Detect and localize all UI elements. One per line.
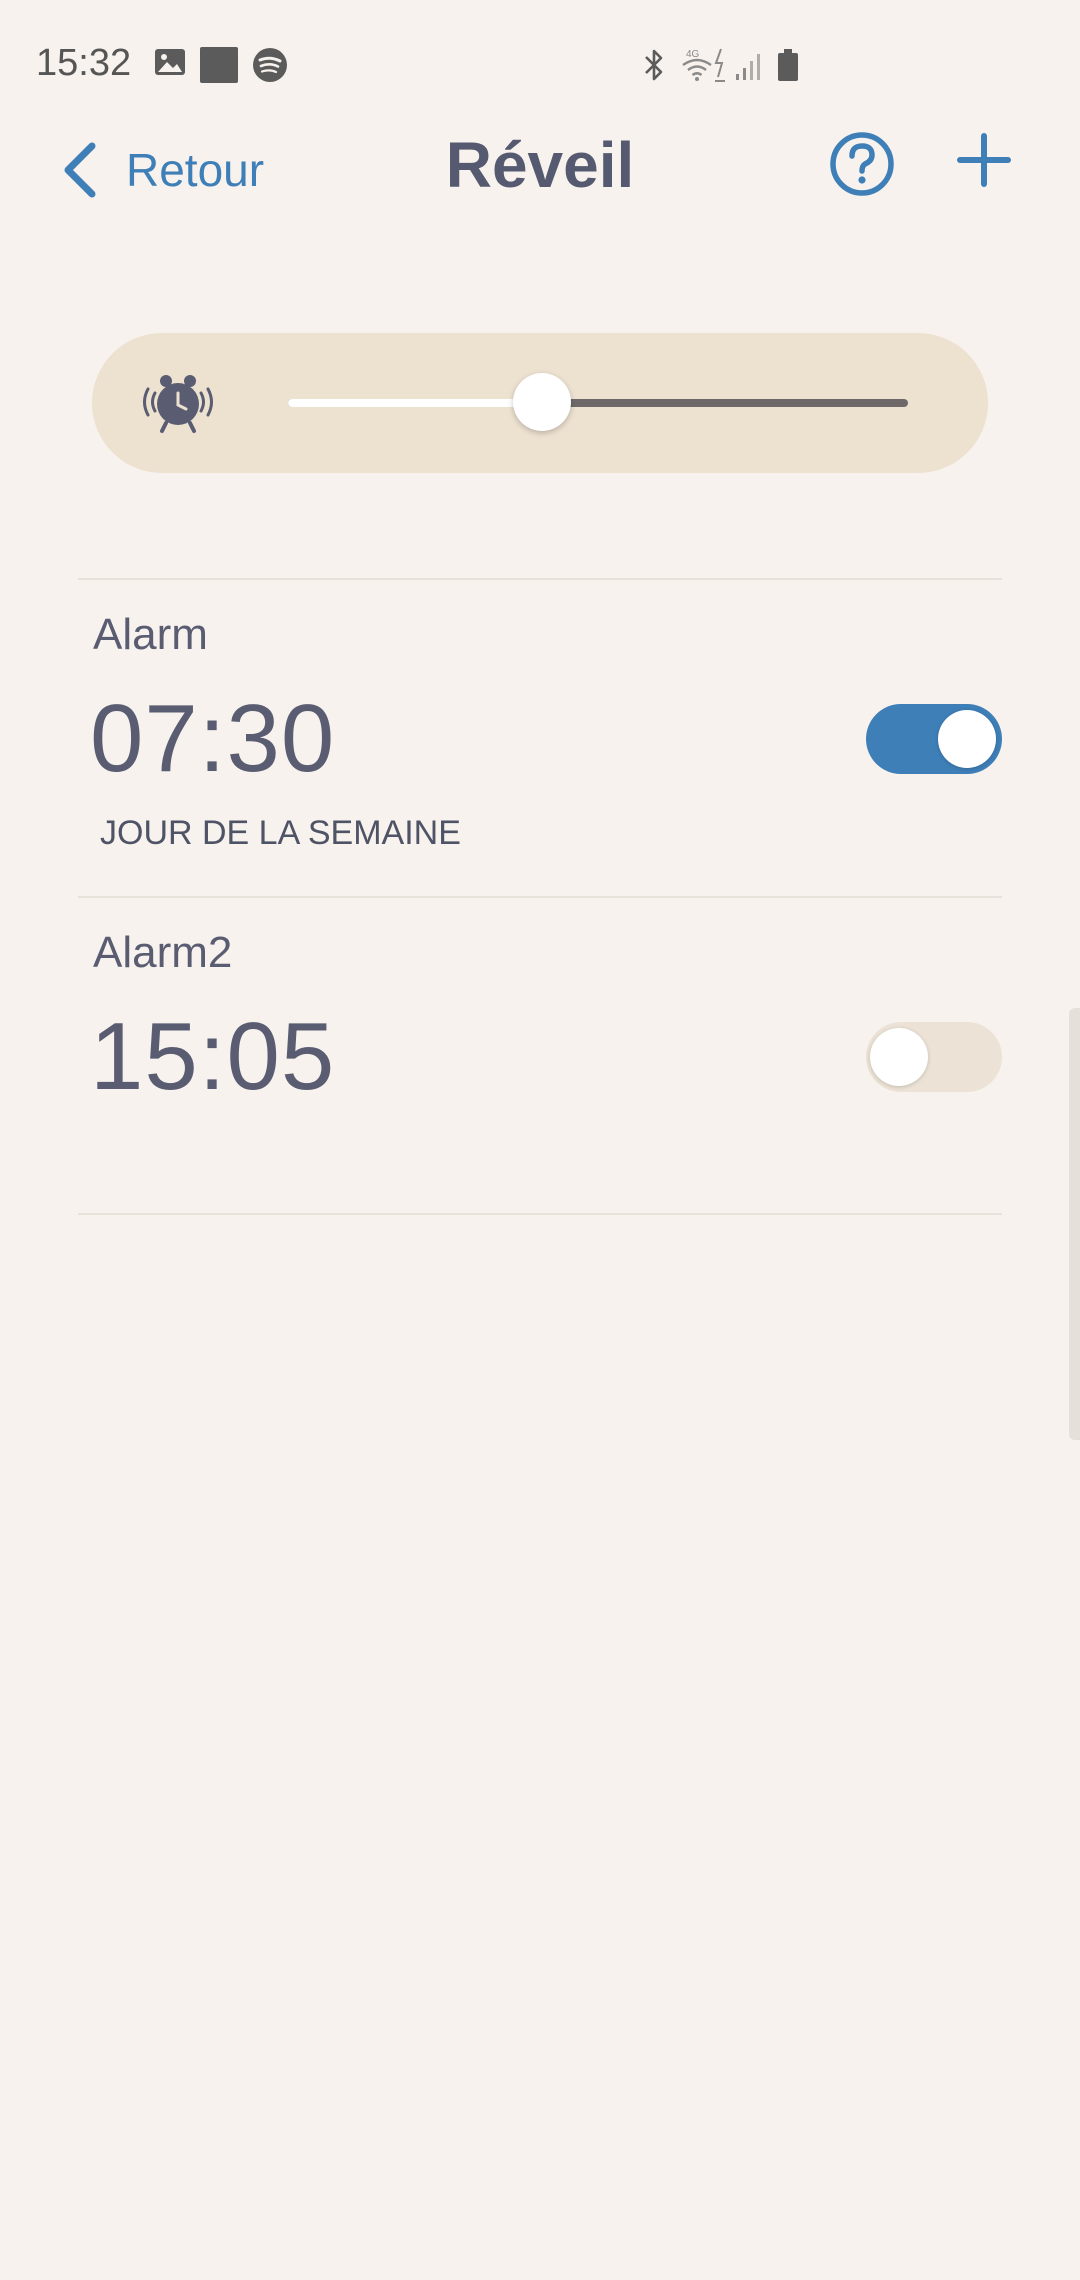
square-icon [200,47,238,83]
signal-icon [736,54,760,80]
add-button[interactable] [956,132,1012,188]
alarm-time: 15:05 [90,1003,336,1110]
4g-wifi-icon: 4G [682,49,712,81]
alarm-screen: 15:32 4G Retour Réveil Alarm 07:30 JOUR … [0,0,1080,2280]
status-bar: 15:32 4G [0,0,1080,120]
spotify-icon [253,48,287,82]
alarm-name: Alarm2 [93,928,233,977]
alarm-toggle-knob [870,1028,928,1086]
battery-icon [778,49,798,81]
divider [78,1213,1002,1215]
chevron-left-icon [64,142,96,198]
data-charging-icon [714,48,725,82]
alarm-item[interactable]: Alarm 07:30 JOUR DE LA SEMAINE [0,580,1080,896]
alarm-toggle[interactable] [866,1022,1002,1092]
alarm-clock-ringing-icon [143,375,213,433]
app-header: Retour Réveil [0,120,1080,220]
alarm-toggle[interactable] [866,704,1002,774]
plus-icon [957,133,1011,187]
status-time: 15:32 [36,42,132,84]
gallery-icon [155,49,185,75]
help-button[interactable] [828,130,896,198]
volume-slider[interactable] [288,373,908,431]
alarm-repeat-days: JOUR DE LA SEMAINE [100,814,461,852]
alarm-volume-card [92,333,988,473]
scroll-indicator[interactable] [1069,1008,1080,1440]
alarm-toggle-knob [938,710,996,768]
alarm-time: 07:30 [90,685,336,792]
volume-slider-thumb[interactable] [513,373,572,431]
bluetooth-icon [645,49,663,81]
alarm-name: Alarm [93,610,208,659]
back-label: Retour [126,144,265,196]
alarm-item[interactable]: Alarm2 15:05 [0,898,1080,1214]
volume-slider-fill [288,399,543,407]
back-button[interactable]: Retour [60,130,264,210]
question-circle-icon [830,132,894,196]
svg-text:4G: 4G [686,49,700,60]
